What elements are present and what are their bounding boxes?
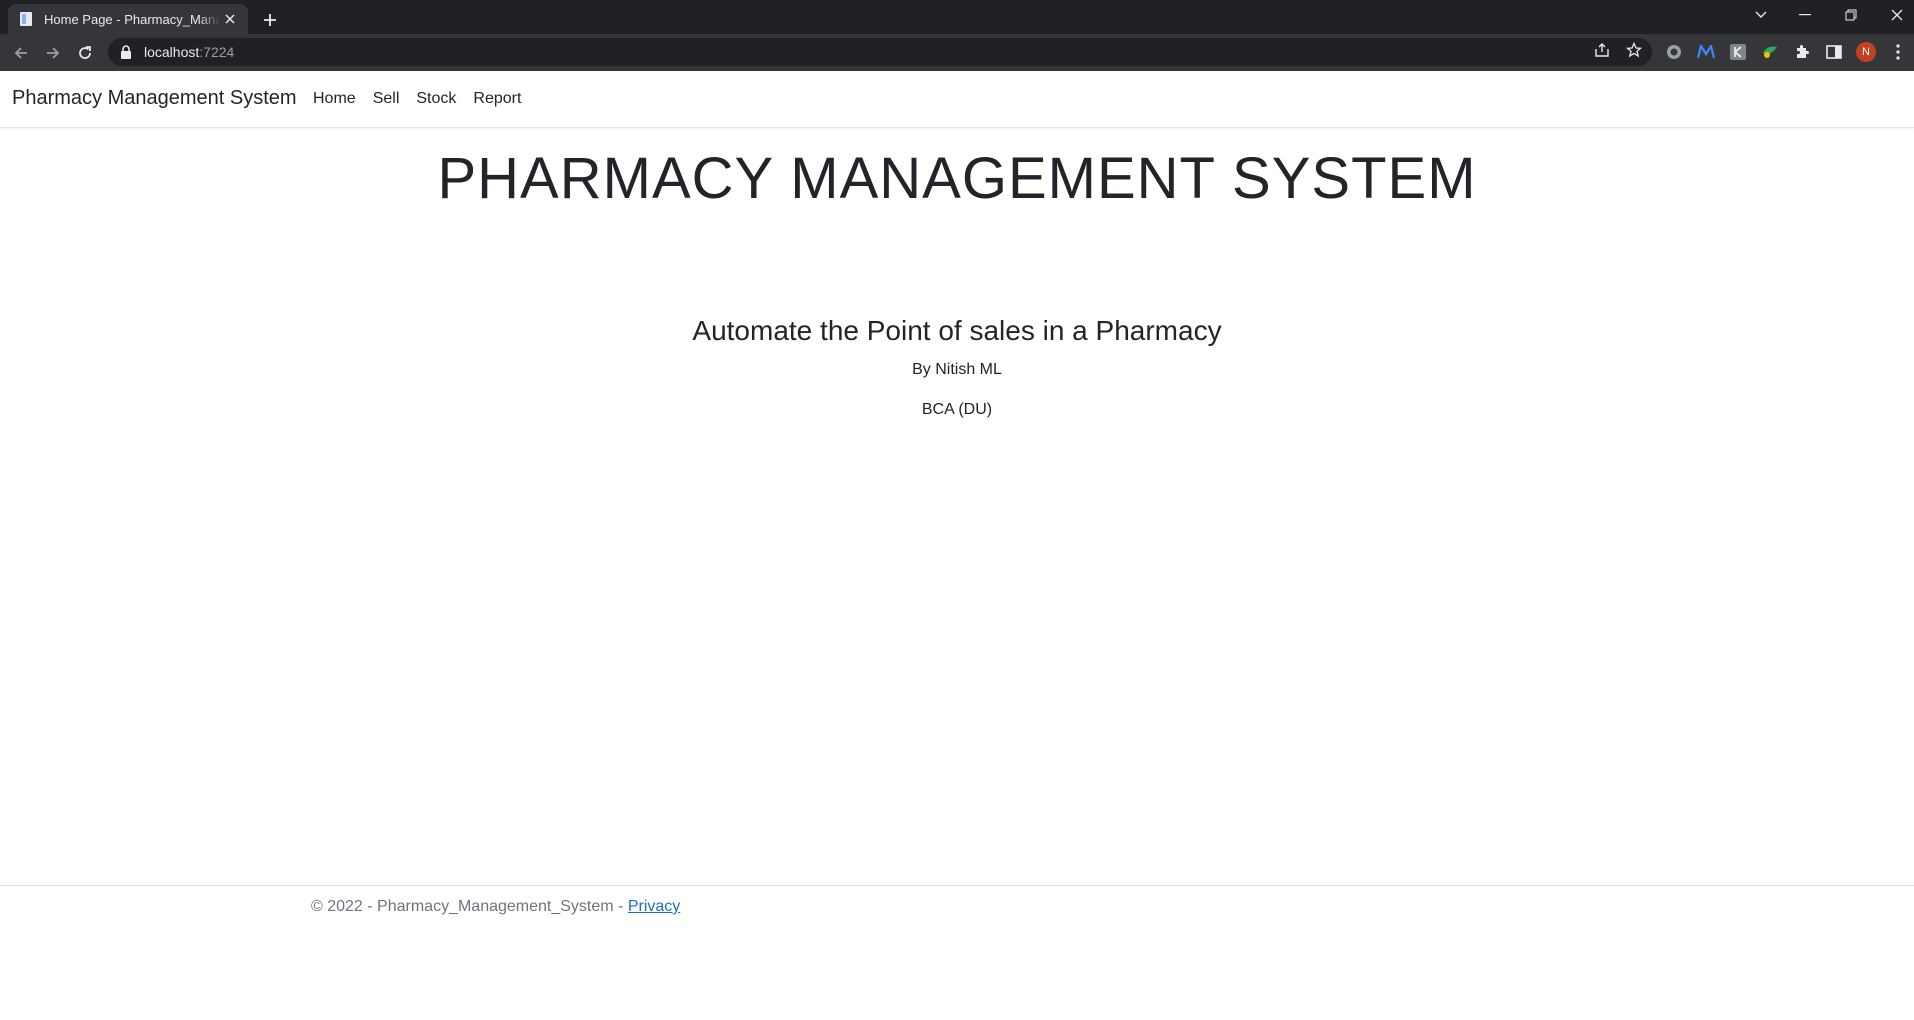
puzzle-icon[interactable] [1791, 41, 1813, 63]
star-icon[interactable] [1624, 40, 1644, 60]
lock-icon[interactable] [120, 45, 132, 59]
address-bar[interactable]: localhost:7224 [108, 38, 1652, 66]
site-footer: © 2022 - Pharmacy_Management_System - Pr… [0, 885, 1914, 925]
profile-avatar[interactable]: N [1856, 42, 1876, 62]
footer-copyright: © 2022 - Pharmacy_Management_System - [311, 898, 628, 915]
url-host: localhost [144, 44, 200, 60]
kebab-menu-icon[interactable] [1887, 41, 1909, 63]
privacy-link[interactable]: Privacy [628, 898, 680, 915]
url-port: :7224 [199, 44, 235, 60]
restore-icon[interactable] [1838, 4, 1864, 26]
degree-text: BCA (DU) [921, 401, 993, 418]
page-viewport: Pharmacy Management System Home Sell Sto… [0, 71, 1914, 1020]
green-extension-icon[interactable] [1759, 41, 1781, 63]
back-icon[interactable] [8, 40, 34, 66]
navbar-brand[interactable]: Pharmacy Management System [12, 87, 297, 110]
nav-link-report[interactable]: Report [473, 90, 521, 108]
browser-toolbar: localhost:7224 [0, 34, 1914, 71]
forward-icon[interactable] [40, 40, 66, 66]
share-icon[interactable] [1592, 40, 1612, 60]
tab-title: Home Page - Pharmacy_Management_System [44, 11, 220, 27]
site-navbar: Pharmacy Management System Home Sell Sto… [0, 71, 1914, 128]
grammarly-icon[interactable] [1663, 41, 1685, 63]
page-title: PHARMACY MANAGEMENT SYSTEM [437, 146, 1477, 211]
side-panel-icon[interactable] [1823, 41, 1845, 63]
browser-tabstrip: Home Page - Pharmacy_Management_System [0, 0, 1914, 34]
minimize-icon[interactable] [1792, 4, 1818, 26]
m-extension-icon[interactable] [1695, 41, 1717, 63]
k-extension-icon[interactable] [1727, 41, 1749, 63]
browser-tab[interactable]: Home Page - Pharmacy_Management_System [8, 4, 248, 34]
nav-link-stock[interactable]: Stock [416, 90, 456, 108]
tab-search-icon[interactable] [1748, 4, 1774, 26]
page-favicon-icon [18, 11, 34, 27]
footer-text: © 2022 - Pharmacy_Management_System - Pr… [311, 898, 680, 916]
nav-link-sell[interactable]: Sell [373, 90, 400, 108]
nav-links: Home Sell Stock Report [313, 90, 538, 108]
new-tab-icon[interactable] [258, 8, 282, 32]
author-text: By Nitish ML [912, 361, 1002, 378]
reload-icon[interactable] [72, 40, 98, 66]
page-subtitle: Automate the Point of sales in a Pharmac… [692, 315, 1222, 346]
close-tab-icon[interactable] [222, 11, 238, 27]
nav-link-home[interactable]: Home [313, 90, 356, 108]
close-window-icon[interactable] [1884, 4, 1910, 26]
